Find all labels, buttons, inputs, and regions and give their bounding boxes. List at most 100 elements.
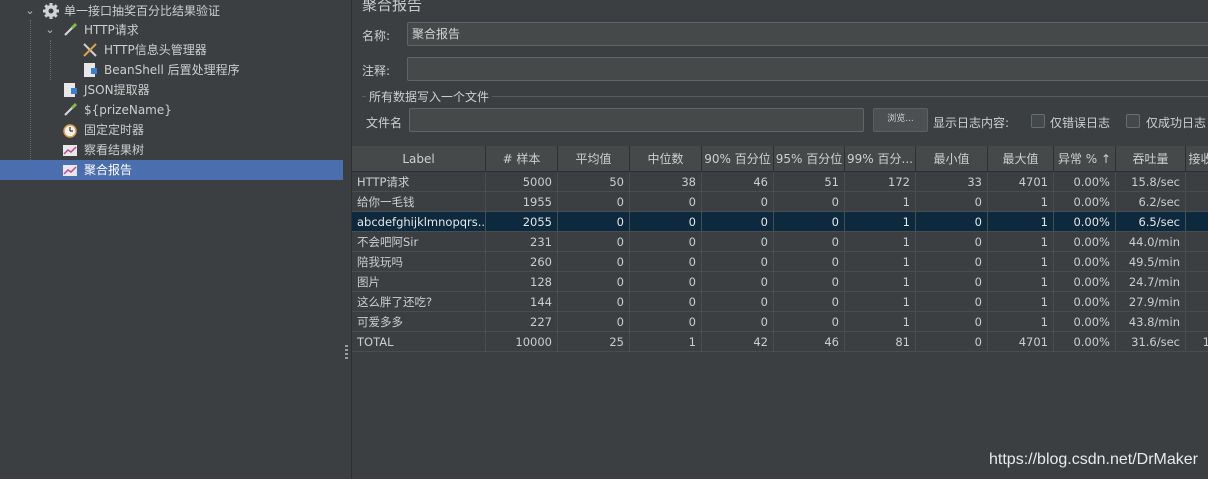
cell-90: 0: [702, 232, 774, 252]
cell-90: 0: [702, 292, 774, 312]
cell-samples: 128: [486, 272, 558, 292]
column-header-max[interactable]: 最大值: [988, 146, 1054, 172]
tree-item-header-manager[interactable]: HTTP信息头管理器: [0, 40, 343, 60]
cell-median: 0: [630, 192, 702, 212]
pipette-icon: [64, 22, 78, 36]
cell-throughput: 24.7/min: [1116, 272, 1186, 292]
tree-item-constant-timer[interactable]: 固定定时器: [0, 120, 343, 140]
cell-error: 0.00%: [1054, 272, 1116, 292]
cell-median: 0: [630, 312, 702, 332]
tree-item-label: 固定定时器: [84, 123, 145, 137]
cell-received: [1186, 212, 1208, 232]
column-header-min[interactable]: 最小值: [916, 146, 988, 172]
cell-95: 0: [774, 252, 845, 272]
cell-min: 0: [916, 292, 988, 312]
cell-99: 1: [845, 312, 916, 332]
tree-item-label: JSON提取器: [84, 83, 150, 97]
cell-95: 0: [774, 232, 845, 252]
name-field[interactable]: 聚合报告: [407, 22, 1208, 46]
cell-throughput: 27.9/min: [1116, 292, 1186, 312]
tree-item-prizename[interactable]: ${prizeName}: [0, 100, 343, 120]
chevron-down-icon[interactable]: ⌄: [44, 20, 56, 40]
column-header-average[interactable]: 平均值: [558, 146, 630, 172]
cell-received: [1186, 272, 1208, 292]
cell-median: 0: [630, 272, 702, 292]
tree-item-view-results-tree[interactable]: 察看结果树: [0, 140, 343, 160]
cell-max: 1: [988, 232, 1054, 252]
cell-average: 0: [558, 252, 630, 272]
cell-average: 0: [558, 192, 630, 212]
column-header-throughput[interactable]: 吞吐量: [1116, 146, 1186, 172]
cell-received: [1186, 252, 1208, 272]
browse-button[interactable]: 浏览...: [873, 108, 928, 132]
cell-label: HTTP请求: [352, 172, 486, 192]
chevron-down-icon[interactable]: ⌄: [24, 1, 36, 21]
cell-90: 0: [702, 272, 774, 292]
cell-max: 1: [988, 212, 1054, 232]
cell-90: 46: [702, 172, 774, 192]
column-header-received[interactable]: 接收: [1186, 146, 1208, 172]
column-header-95-percentile[interactable]: 95% 百分位: [774, 146, 845, 172]
cell-median: 0: [630, 252, 702, 272]
cell-average: 0: [558, 212, 630, 232]
cell-min: 0: [916, 312, 988, 332]
test-plan-tree[interactable]: ⌄ 单一接口抽奖百分比结果验证 ⌄ HTTP请求 HTTP信息头管理器 Bean…: [0, 0, 344, 479]
column-header-samples[interactable]: # 样本: [486, 146, 558, 172]
cell-90: 0: [702, 312, 774, 332]
cell-error: 0.00%: [1054, 192, 1116, 212]
script-icon: [64, 83, 77, 97]
cell-min: 0: [916, 332, 988, 352]
splitter[interactable]: [343, 0, 352, 479]
cell-median: 0: [630, 212, 702, 232]
name-label: 名称:: [362, 29, 391, 43]
errors-only-label: 仅错误日志: [1050, 116, 1111, 130]
cell-max: 4701: [988, 332, 1054, 352]
cell-label: 这么胖了还吃?: [352, 292, 486, 312]
column-header-error-percent[interactable]: 异常 % ↑: [1054, 146, 1116, 172]
cell-95: 0: [774, 272, 845, 292]
tree-item-label: HTTP信息头管理器: [104, 43, 207, 57]
chart-icon: [63, 145, 77, 156]
cell-samples: 2055: [486, 212, 558, 232]
cell-min: 0: [916, 232, 988, 252]
comment-field[interactable]: [407, 57, 1208, 81]
column-header-label[interactable]: Label: [352, 146, 486, 172]
timer-icon: [63, 124, 77, 138]
tree-item-aggregate-report[interactable]: 聚合报告: [0, 160, 343, 180]
cell-median: 38: [630, 172, 702, 192]
splitter-grip-icon[interactable]: [345, 345, 348, 359]
errors-only-checkbox[interactable]: [1031, 114, 1045, 128]
cell-min: 0: [916, 272, 988, 292]
file-name-field[interactable]: [409, 108, 864, 132]
cell-average: 0: [558, 272, 630, 292]
tree-item-label: 单一接口抽奖百分比结果验证: [64, 4, 221, 18]
comment-label: 注释:: [362, 64, 391, 78]
cell-label: 给你一毛钱: [352, 192, 486, 212]
tree-item-json-extractor[interactable]: JSON提取器: [0, 80, 343, 100]
tree-item-beanshell[interactable]: BeanShell 后置处理程序: [0, 60, 343, 80]
script-icon: [84, 63, 97, 77]
column-header-99-percentile[interactable]: 99% 百分...: [845, 146, 916, 172]
cell-median: 1: [630, 332, 702, 352]
success-only-checkbox[interactable]: [1126, 114, 1140, 128]
cell-max: 4701: [988, 172, 1054, 192]
cell-received: 1: [1186, 332, 1208, 352]
cell-received: [1186, 232, 1208, 252]
cell-throughput: 49.5/min: [1116, 252, 1186, 272]
tree-item-thread-group[interactable]: ⌄ 单一接口抽奖百分比结果验证: [0, 1, 343, 21]
column-header-median[interactable]: 中位数: [630, 146, 702, 172]
aggregate-report-panel: 聚合报告 名称: 聚合报告 注释: 所有数据写入一个文件 文件名 浏览... 显…: [352, 0, 1208, 479]
cell-min: 0: [916, 212, 988, 232]
cell-label: 陪我玩吗: [352, 252, 486, 272]
tree-item-http-request[interactable]: ⌄ HTTP请求: [0, 20, 343, 40]
column-header-90-percentile[interactable]: 90% 百分位: [702, 146, 774, 172]
cell-error: 0.00%: [1054, 252, 1116, 272]
cell-error: 0.00%: [1054, 332, 1116, 352]
cell-samples: 227: [486, 312, 558, 332]
watermark: https://blog.csdn.net/DrMaker: [989, 451, 1198, 468]
cell-label: TOTAL: [352, 332, 486, 352]
cell-min: 0: [916, 252, 988, 272]
cell-99: 1: [845, 272, 916, 292]
tree-item-label: ${prizeName}: [84, 103, 172, 117]
cell-max: 1: [988, 192, 1054, 212]
